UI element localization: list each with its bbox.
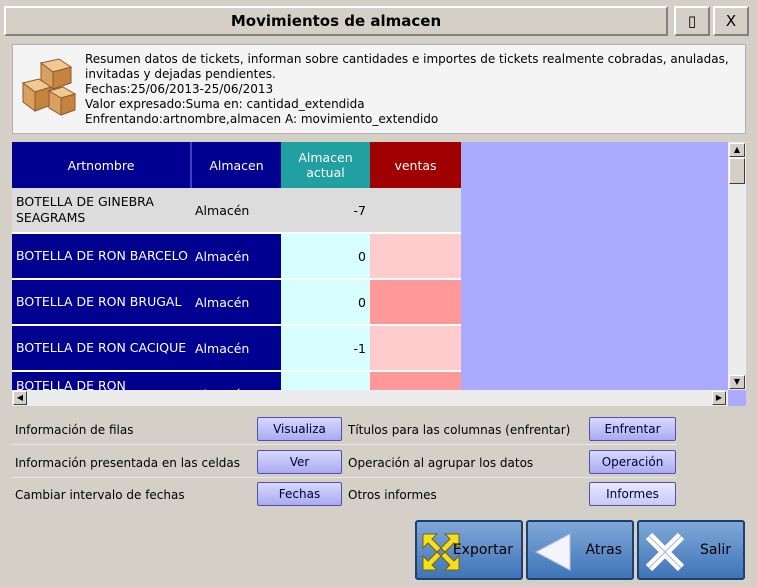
table-row-artnombre[interactable]: BOTELLA DE RON CACIQUE <box>12 326 192 372</box>
scroll-right-icon[interactable]: ▶ <box>712 391 726 405</box>
scroll-down-icon[interactable]: ▼ <box>729 375 745 389</box>
info-line: Fechas:25/06/2013-25/06/2013 <box>85 82 274 96</box>
horizontal-scrollbar[interactable]: ◀ ▶ <box>12 390 728 406</box>
table-row-artnombre[interactable]: BOTELLA DE RON BRUGAL <box>12 280 192 326</box>
salir-label: Salir <box>699 542 731 558</box>
info-line: Valor expresado:Suma en: cantidad_extend… <box>85 97 365 111</box>
option-row: Información presentada en las celdas Ver… <box>12 448 676 478</box>
option-label-fechas: Cambiar intervalo de fechas <box>15 488 185 502</box>
scroll-up-icon[interactable]: ▲ <box>729 143 745 157</box>
back-arrow-icon <box>534 533 571 571</box>
exportar-button[interactable]: Exportar <box>415 520 523 580</box>
enfrentar-button[interactable]: Enfrentar <box>589 417 676 441</box>
close-x-icon <box>645 532 685 572</box>
table-row-almacen-actual[interactable]: -7 <box>281 188 370 234</box>
close-button[interactable]: X <box>713 6 749 36</box>
table-row-almacen-actual[interactable]: 0 <box>281 280 370 326</box>
visualiza-button[interactable]: Visualiza <box>257 417 342 441</box>
info-line: invitadas y dejadas pendientes. <box>85 67 276 81</box>
table-row-almacen[interactable]: Almacén <box>192 234 281 280</box>
column-header-ventas[interactable]: ventas <box>370 142 461 188</box>
info-panel: Resumen datos de tickets, informan sobre… <box>12 44 746 134</box>
option-label-columnas: Títulos para las columnas (enfrentar) <box>348 423 571 437</box>
table-row-ventas[interactable] <box>370 326 461 372</box>
vertical-scroll-thumb[interactable] <box>729 158 745 184</box>
scroll-left-icon[interactable]: ◀ <box>13 391 27 405</box>
exportar-label: Exportar <box>452 542 513 558</box>
data-grid[interactable]: Artnombre Almacen Almacen actual ventas … <box>12 142 746 406</box>
ver-button[interactable]: Ver <box>257 450 342 474</box>
info-line: Resumen datos de tickets, informan sobre… <box>85 52 729 66</box>
table-row-almacen-actual[interactable]: -1 <box>281 326 370 372</box>
vertical-scrollbar[interactable]: ▲ ▼ <box>728 142 746 390</box>
option-label-celdas: Información presentada en las celdas <box>15 456 241 470</box>
maximize-button[interactable]: ▯ <box>674 6 710 36</box>
table-row-artnombre[interactable]: BOTELLA DE RON BARCELO <box>12 234 192 280</box>
column-header-almacen-actual[interactable]: Almacen actual <box>281 142 370 188</box>
table-row-almacen-actual[interactable]: 0 <box>281 234 370 280</box>
column-header-artnombre[interactable]: Artnombre <box>12 142 192 188</box>
table-row-artnombre[interactable]: BOTELLA DE GINEBRA SEAGRAMS <box>12 188 192 234</box>
option-row: Cambiar intervalo de fechas Fechas Otros… <box>12 480 676 510</box>
operacion-button[interactable]: Operación <box>589 450 676 474</box>
atras-button[interactable]: Atras <box>526 520 634 580</box>
column-header-almacen[interactable]: Almacen <box>192 142 281 188</box>
table-row-almacen[interactable]: Almacén <box>192 280 281 326</box>
table-row-ventas[interactable] <box>370 188 461 234</box>
atras-label: Atras <box>585 542 622 558</box>
informes-button[interactable]: Informes <box>589 482 676 506</box>
option-row: Información de filas Visualiza Títulos p… <box>12 415 676 445</box>
window-title: Movimientos de almacen <box>4 6 668 36</box>
fechas-button[interactable]: Fechas <box>257 482 342 506</box>
option-label-filas: Información de filas <box>15 423 134 437</box>
option-label-operacion: Operación al agrupar los datos <box>348 456 534 470</box>
table-row-almacen[interactable]: Almacén <box>192 326 281 372</box>
table-row-ventas[interactable] <box>370 280 461 326</box>
table-row-almacen[interactable]: Almacén <box>192 188 281 234</box>
info-line: Enfrentando:artnombre,almacen A: movimie… <box>85 112 439 126</box>
salir-button[interactable]: Salir <box>637 520 745 580</box>
table-row-ventas[interactable] <box>370 234 461 280</box>
option-label-informes: Otros informes <box>348 488 437 502</box>
info-description: Resumen datos de tickets, informan sobre… <box>85 52 735 127</box>
boxes-icon <box>21 58 77 116</box>
